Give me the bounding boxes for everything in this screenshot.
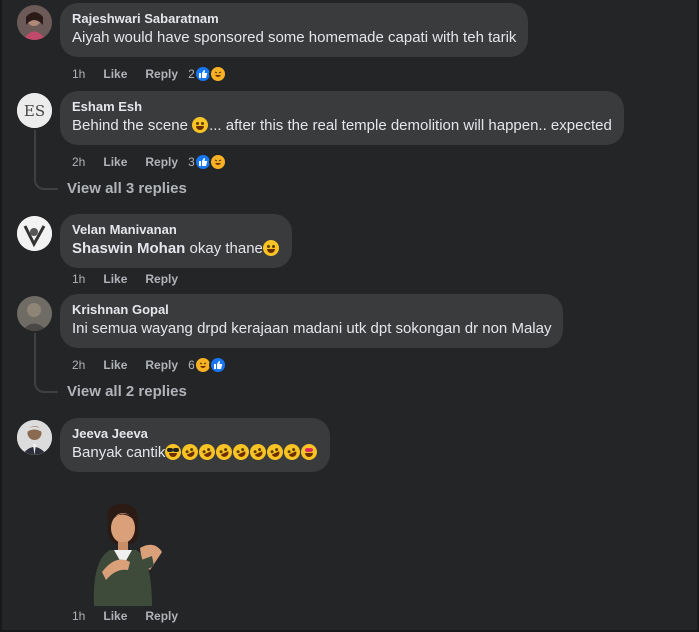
comment-text: Banyak cantik bbox=[72, 441, 318, 463]
comment-actions: 2h Like Reply 3 bbox=[72, 153, 227, 171]
user-mention[interactable]: Shaswin Mohan bbox=[72, 240, 185, 257]
comment-time[interactable]: 2h bbox=[72, 358, 85, 372]
avatar[interactable] bbox=[17, 5, 52, 40]
heart-eyes-emoji-icon bbox=[301, 444, 318, 460]
comment-text: Aiyah would have sponsored some homemade… bbox=[72, 29, 517, 46]
comment-text: Behind the scene ... after this the real… bbox=[72, 116, 612, 136]
like-icon bbox=[208, 356, 227, 374]
comment-author[interactable]: Esham Esh bbox=[72, 99, 612, 115]
reply-button[interactable]: Reply bbox=[145, 67, 178, 81]
comment-time[interactable]: 2h bbox=[72, 155, 85, 169]
avatar-sticker bbox=[80, 500, 170, 606]
haha-icon bbox=[208, 65, 227, 83]
comment-text-part: ... after this the real temple demolitio… bbox=[209, 117, 612, 134]
avatar[interactable] bbox=[17, 216, 52, 251]
view-replies-link[interactable]: View all 2 replies bbox=[67, 383, 187, 400]
comment-actions: 1h Like Reply bbox=[72, 609, 196, 623]
comment-actions: 2h Like Reply 6 bbox=[72, 356, 227, 374]
thread-line bbox=[34, 333, 36, 379]
reply-button[interactable]: Reply bbox=[145, 272, 178, 286]
thread-line bbox=[34, 130, 36, 176]
tears-of-joy-emoji-icon bbox=[262, 240, 279, 256]
haha-icon bbox=[208, 153, 227, 171]
avatar[interactable] bbox=[17, 296, 52, 331]
reaction-summary[interactable]: 6 bbox=[188, 356, 227, 374]
sunglasses-emoji-icon bbox=[165, 444, 182, 460]
like-button[interactable]: Like bbox=[103, 155, 127, 169]
comment-bubble: Krishnan Gopal Ini semua wayang drpd ker… bbox=[60, 294, 564, 348]
like-button[interactable]: Like bbox=[103, 272, 127, 286]
reaction-summary[interactable]: 3 bbox=[188, 153, 227, 171]
comment-author[interactable]: Velan Manivanan bbox=[72, 222, 280, 238]
reply-button[interactable]: Reply bbox=[145, 155, 178, 169]
avatar[interactable] bbox=[17, 420, 52, 455]
reaction-summary[interactable]: 2 bbox=[188, 65, 227, 83]
like-button[interactable]: Like bbox=[103, 609, 127, 623]
reply-button[interactable]: Reply bbox=[145, 609, 178, 623]
comment-author[interactable]: Krishnan Gopal bbox=[72, 302, 551, 318]
thread-connector bbox=[34, 379, 58, 393]
comment-time[interactable]: 1h bbox=[72, 272, 85, 286]
avatar[interactable]: ES bbox=[17, 93, 52, 128]
comment-text: Ini semua wayang drpd kerajaan madani ut… bbox=[72, 320, 552, 337]
comment-author[interactable]: Jeeva Jeeva bbox=[72, 426, 318, 442]
comment-time[interactable]: 1h bbox=[72, 609, 85, 623]
like-button[interactable]: Like bbox=[103, 358, 127, 372]
comment-bubble: Rajeshwari Sabaratnam Aiyah would have s… bbox=[60, 3, 529, 57]
like-button[interactable]: Like bbox=[103, 67, 127, 81]
rofl-emoji-icon bbox=[281, 441, 304, 463]
grinning-emoji-icon bbox=[192, 117, 209, 133]
reply-button[interactable]: Reply bbox=[145, 358, 178, 372]
thread-connector bbox=[34, 176, 58, 190]
svg-text:ES: ES bbox=[24, 102, 45, 120]
view-replies-link[interactable]: View all 3 replies bbox=[67, 180, 187, 197]
comment-text-part: okay thane bbox=[185, 240, 263, 257]
comment-text-part: Banyak cantik bbox=[72, 444, 166, 461]
comment-text-part: Behind the scene bbox=[72, 117, 193, 134]
comment-bubble: Esham Esh Behind the scene ... after thi… bbox=[60, 91, 624, 145]
comment-bubble: Jeeva Jeeva Banyak cantik bbox=[60, 418, 331, 472]
comment-time[interactable]: 1h bbox=[72, 67, 85, 81]
comment-actions: 1h Like Reply 2 bbox=[72, 65, 227, 83]
comment-text: Shaswin Mohan okay thane bbox=[72, 239, 280, 259]
comment-actions: 1h Like Reply bbox=[72, 272, 196, 286]
comment-author[interactable]: Rajeshwari Sabaratnam bbox=[72, 11, 516, 27]
comment-bubble: Velan Manivanan Shaswin Mohan okay thane bbox=[60, 214, 292, 268]
